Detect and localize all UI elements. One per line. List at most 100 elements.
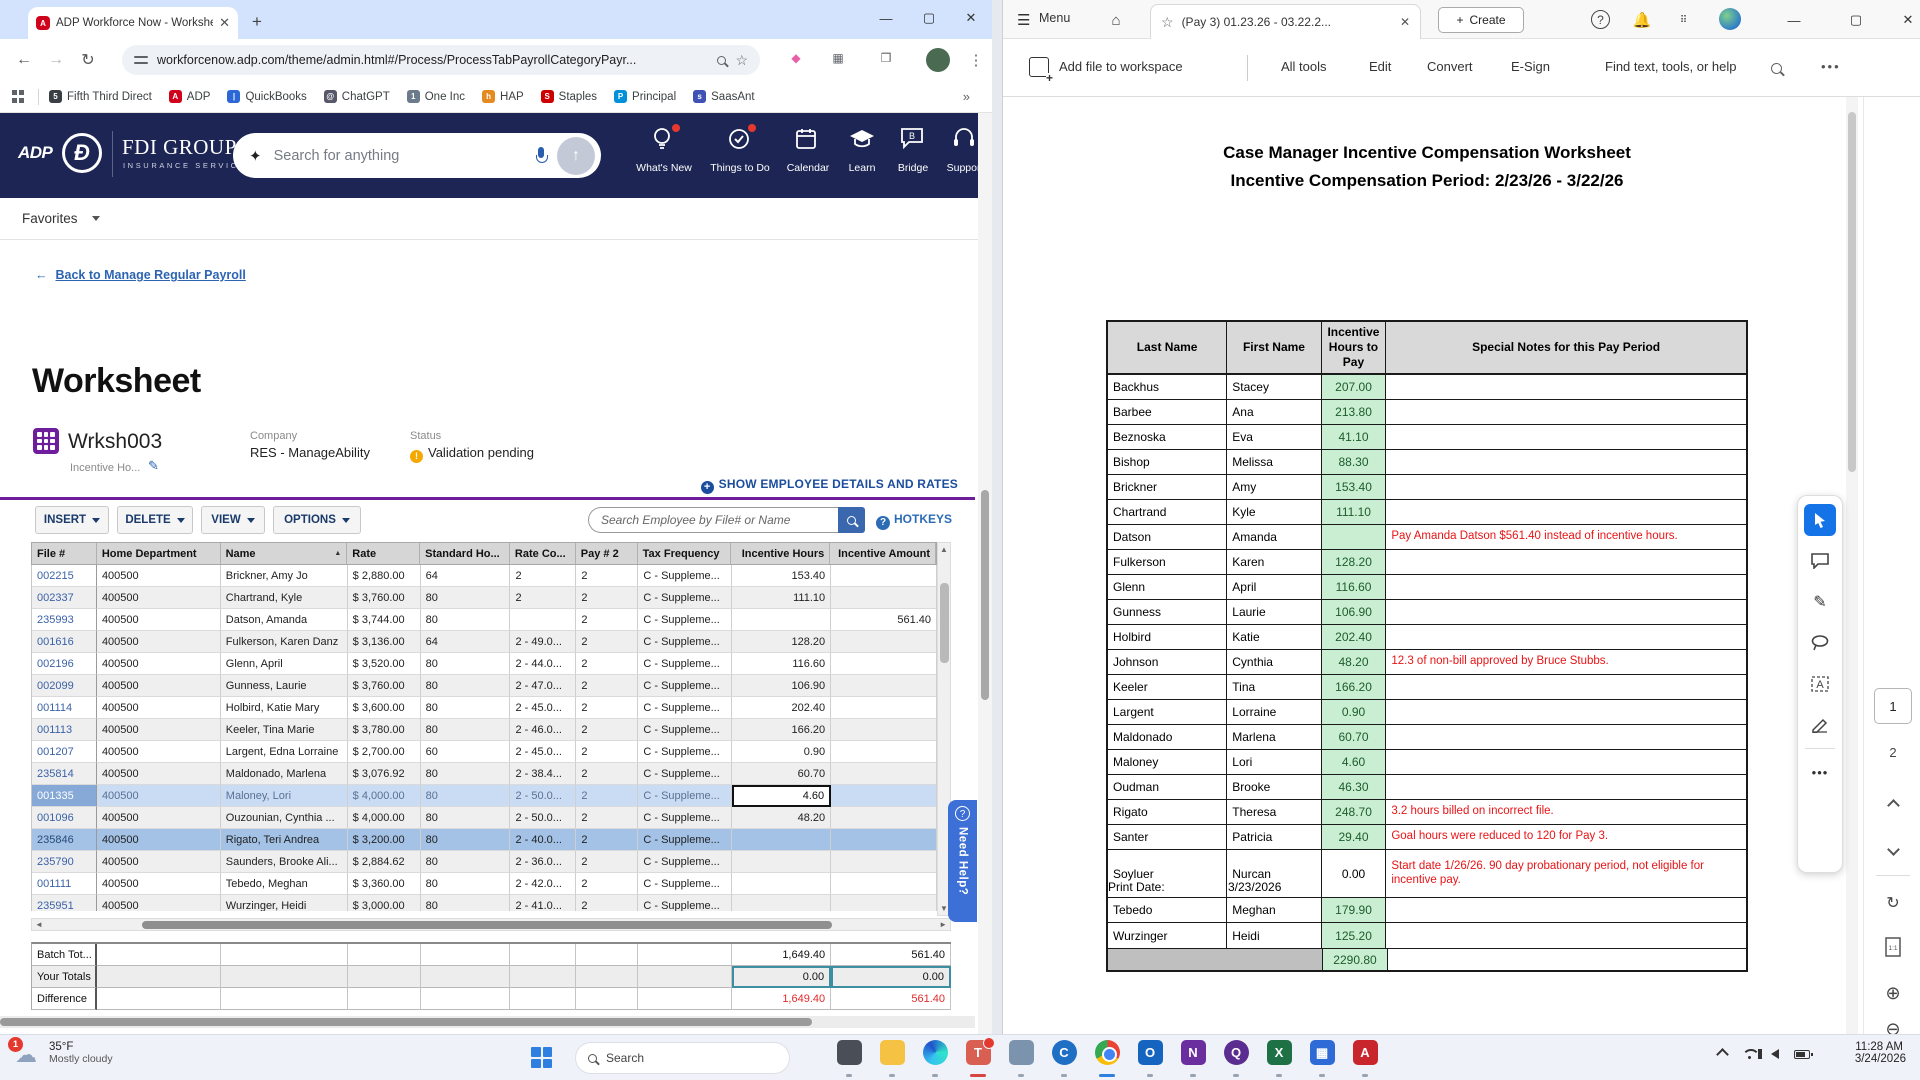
taskbar-search[interactable]: Search: [575, 1042, 790, 1074]
scrollbar-thumb[interactable]: [1848, 112, 1856, 472]
grid-cell[interactable]: $ 3,600.00: [347, 697, 421, 719]
grid-cell[interactable]: 2 - 42.0...: [510, 873, 577, 895]
grid-cell[interactable]: C - Suppleme...: [638, 697, 733, 719]
totals-amount[interactable]: 0.00: [831, 966, 952, 988]
grid-cell[interactable]: 400500: [96, 763, 221, 785]
maximize-button[interactable]: ▢: [1835, 2, 1877, 38]
column-header-0[interactable]: File #: [32, 543, 97, 564]
bookmark-staples[interactable]: S Staples: [540, 90, 597, 103]
start-button[interactable]: [531, 1047, 552, 1068]
excel-icon[interactable]: X: [1266, 1040, 1292, 1078]
grid-cell[interactable]: 116.60: [732, 653, 832, 675]
bookmark-principal[interactable]: P Principal: [614, 90, 676, 103]
next-page-icon[interactable]: [1864, 841, 1920, 859]
grid-cell[interactable]: 80: [420, 587, 511, 609]
grid-cell[interactable]: Largent, Edna Lorraine: [220, 741, 348, 763]
grid-cell[interactable]: 2 - 50.0...: [510, 807, 577, 829]
grid-cell[interactable]: C - Suppleme...: [638, 609, 733, 631]
table-row[interactable]: 235846 400500 Rigato, Teri Andrea $ 3,200.0…: [32, 829, 937, 851]
grid-cell[interactable]: $ 3,760.00: [347, 587, 421, 609]
table-row[interactable]: 235814 400500 Maldonado, Marlena $ 3,076.92…: [32, 763, 937, 785]
esign-menu[interactable]: E-Sign: [1511, 59, 1550, 74]
grid-cell[interactable]: [831, 565, 937, 587]
table-row[interactable]: 235951 400500 Wurzinger, Heidi $ 3,000.00 80…: [32, 895, 937, 911]
grid-cell[interactable]: C - Suppleme...: [638, 565, 733, 587]
grid-cell[interactable]: C - Suppleme...: [638, 719, 733, 741]
file-number-cell[interactable]: 235846: [32, 829, 97, 851]
lasso-tool-icon[interactable]: [1804, 627, 1836, 659]
create-button[interactable]: + Create: [1438, 7, 1524, 33]
grid-cell[interactable]: 153.40: [732, 565, 832, 587]
grid-cell[interactable]: Chartrand, Kyle: [220, 587, 348, 609]
grid-cell[interactable]: 2 - 45.0...: [510, 697, 577, 719]
grid-cell[interactable]: $ 2,880.00: [347, 565, 421, 587]
file-number-cell[interactable]: 235951: [32, 895, 97, 911]
create-label[interactable]: Create: [1469, 13, 1505, 27]
highlighter-tool-icon[interactable]: ✎: [1804, 586, 1836, 618]
options-button[interactable]: OPTIONS: [273, 506, 361, 534]
pdf-scrollbar[interactable]: [1846, 97, 1858, 1034]
scrollbar-thumb[interactable]: [142, 921, 832, 929]
view-button[interactable]: VIEW: [201, 506, 265, 534]
profile-avatar[interactable]: [926, 48, 950, 72]
grid-cell[interactable]: 80: [420, 697, 511, 719]
column-header-5[interactable]: Rate Co...: [510, 543, 576, 564]
page-thumbnail-2[interactable]: 2: [1864, 745, 1920, 760]
show-details-label[interactable]: SHOW EMPLOYEE DETAILS AND RATES: [719, 477, 958, 491]
outlook-icon[interactable]: O: [1137, 1040, 1163, 1078]
forward-icon[interactable]: →: [40, 51, 72, 69]
select-tool-icon[interactable]: [1804, 504, 1836, 536]
volume-icon[interactable]: [1758, 1049, 1779, 1059]
grid-cell[interactable]: [732, 895, 832, 911]
grid-cell[interactable]: 2: [576, 675, 639, 697]
grid-cell[interactable]: [831, 829, 937, 851]
column-header-4[interactable]: Standard Ho...: [420, 543, 510, 564]
convert-menu[interactable]: Convert: [1427, 59, 1473, 74]
grid-cell[interactable]: [831, 653, 937, 675]
grid-cell[interactable]: [831, 873, 937, 895]
grid-cell[interactable]: C - Suppleme...: [638, 587, 733, 609]
grid-cell[interactable]: $ 2,884.62: [347, 851, 421, 873]
favorite-star-icon[interactable]: ☆: [1161, 14, 1174, 31]
scroll-up-icon[interactable]: ▲: [938, 545, 950, 554]
grid-cell[interactable]: 80: [420, 763, 511, 785]
grid-cell[interactable]: 561.40: [831, 609, 937, 631]
grid-cell[interactable]: 106.90: [732, 675, 832, 697]
grid-cell[interactable]: Ouzounian, Cynthia ...: [220, 807, 348, 829]
employee-search-button[interactable]: [838, 507, 865, 533]
task-view-icon[interactable]: [836, 1040, 862, 1078]
grid-cell[interactable]: $ 3,760.00: [347, 675, 421, 697]
grid-cell[interactable]: $ 3,136.00: [347, 631, 421, 653]
grid-cell[interactable]: 80: [420, 873, 511, 895]
grid-cell[interactable]: 400500: [96, 785, 221, 807]
more-options-icon[interactable]: •••: [1821, 59, 1841, 74]
grid-cell[interactable]: 2: [576, 763, 639, 785]
sign-tool-icon[interactable]: [1804, 709, 1836, 741]
grid-cell[interactable]: C - Suppleme...: [638, 675, 733, 697]
bookmark-chatgpt[interactable]: @ ChatGPT: [323, 90, 390, 103]
table-row[interactable]: 001111 400500 Tebedo, Meghan $ 3,360.00 80 2 …: [32, 873, 937, 895]
grid-cell[interactable]: $ 4,000.00: [347, 785, 421, 807]
page-vertical-scrollbar[interactable]: [978, 113, 992, 1034]
file-number-cell[interactable]: 001207: [32, 741, 97, 763]
table-row[interactable]: 002196 400500 Glenn, April $ 3,520.00 80 2 - …: [32, 653, 937, 675]
weather-widget[interactable]: 1 ☀☁ 35°F Mostly cloudy: [6, 1037, 113, 1068]
column-header-3[interactable]: Rate: [347, 543, 421, 564]
file-number-cell[interactable]: 235814: [32, 763, 97, 785]
grid-cell[interactable]: C - Suppleme...: [638, 785, 733, 807]
quickbooks-icon[interactable]: Q: [1223, 1040, 1249, 1078]
grid-cell[interactable]: [831, 895, 937, 911]
grid-cell[interactable]: 80: [420, 675, 511, 697]
acrobat-icon[interactable]: A: [1352, 1040, 1378, 1078]
scrollbar-thumb[interactable]: [0, 1018, 812, 1026]
file-number-cell[interactable]: 002099: [32, 675, 97, 697]
need-help-label[interactable]: Need Help?: [957, 827, 969, 895]
grid-cell[interactable]: [831, 631, 937, 653]
column-header-9[interactable]: Incentive Amount: [830, 543, 936, 564]
grid-cell[interactable]: 2: [576, 829, 639, 851]
grid-cell[interactable]: Tebedo, Meghan: [220, 873, 348, 895]
grid-cell[interactable]: [732, 829, 832, 851]
extensions-puzzle-icon[interactable]: ▦: [830, 51, 846, 67]
file-number-cell[interactable]: 001335: [32, 785, 97, 807]
grid-cell[interactable]: Rigato, Teri Andrea: [220, 829, 348, 851]
